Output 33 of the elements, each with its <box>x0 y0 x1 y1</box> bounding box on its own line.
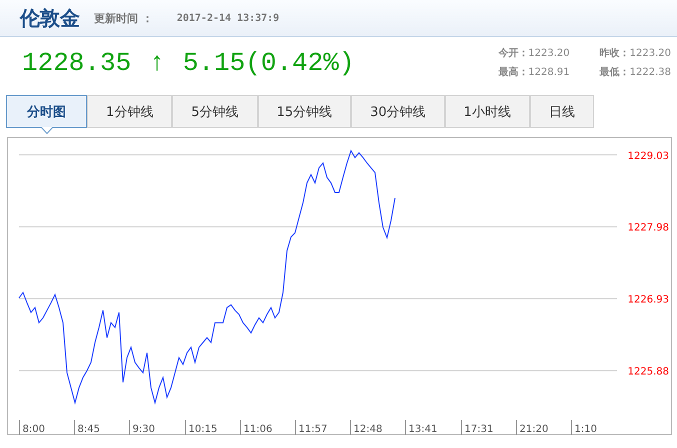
stat-text: 最低：1222.38 <box>600 66 671 79</box>
y-axis-label: 1227.98 <box>628 222 669 234</box>
x-axis-label: 17:31 <box>464 424 494 435</box>
timeframe-tab[interactable]: 日线 <box>530 95 594 128</box>
price-change: 5.15(0.42%) <box>182 48 354 78</box>
price-value: 1228.35 <box>22 48 132 78</box>
timeframe-tab[interactable]: 30分钟线 <box>351 95 445 128</box>
x-axis-label: 1:10 <box>574 424 597 435</box>
page-title: 伦敦金 <box>20 4 80 32</box>
up-arrow: ↑ <box>149 48 165 78</box>
pointer-icon <box>40 127 52 134</box>
x-axis-label: 21:20 <box>520 424 548 435</box>
x-axis-label: 12:48 <box>354 424 382 435</box>
timeframe-tab[interactable]: 分时图 <box>6 95 87 128</box>
x-axis-label: 8:45 <box>78 424 100 435</box>
update-time: 2017-2-14 13:37:9 <box>176 12 280 24</box>
update-label: 更新时间 ： <box>94 10 153 26</box>
y-axis-label: 1225.88 <box>628 366 669 378</box>
timeframe-tab[interactable]: 1分钟线 <box>87 95 172 128</box>
stat-text: 最高：1228.91 <box>498 65 570 79</box>
y-axis-label: 1229.03 <box>628 150 669 162</box>
timeframe-tab[interactable]: 15分钟线 <box>258 95 352 128</box>
timeframe-tab[interactable]: 1小时线 <box>444 95 530 128</box>
x-axis-label: 13:41 <box>408 424 438 435</box>
stat-text: 今开：1223.20 <box>498 46 570 60</box>
y-axis-label: 1226.93 <box>628 294 669 306</box>
stat-text: 昨收：1223.20 <box>600 46 671 60</box>
x-axis-label: 9:30 <box>132 424 155 435</box>
timeframe-tab[interactable]: 5分钟线 <box>172 95 258 128</box>
x-axis-label: 11:57 <box>298 424 328 435</box>
x-axis-label: 11:06 <box>244 424 272 435</box>
x-axis-label: 8:00 <box>22 424 45 435</box>
x-axis-label: 10:15 <box>188 424 218 435</box>
